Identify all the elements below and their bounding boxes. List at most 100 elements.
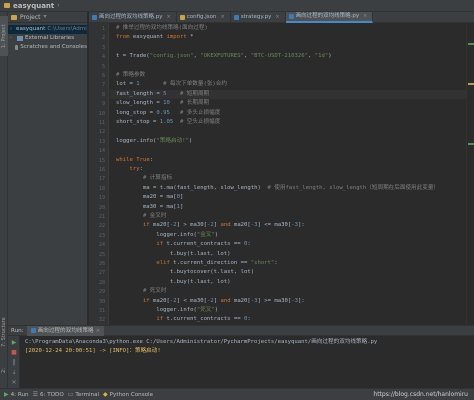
code-line[interactable]: # 金叉时 [116, 212, 167, 222]
code-line[interactable]: from easyquant import * [116, 33, 194, 43]
code-line[interactable]: fast_length = 5 # 短期周期 [116, 90, 209, 100]
code-token: slow_length = [116, 100, 164, 107]
code-line[interactable]: logger.info("策略启动!") [116, 137, 192, 147]
code-line[interactable]: # 死叉时 [116, 287, 167, 297]
project-name[interactable]: easyquant [13, 2, 54, 10]
run-console[interactable]: C:\ProgramData\Anaconda3\python.exe C:/U… [21, 336, 474, 388]
line-number: 11 [98, 120, 105, 126]
close-icon[interactable]: × [96, 326, 101, 336]
code-line[interactable]: # 计算指标 [116, 174, 172, 184]
tool-window-button[interactable]: ▶ 4: Run [4, 391, 29, 398]
scroll-marker[interactable] [468, 43, 474, 45]
tab-active-file[interactable]: 画向过程的双均线策略.py × [285, 11, 374, 23]
code-token: logger.info( [116, 231, 197, 238]
structure-tool-tab[interactable]: 7: Structure [0, 312, 8, 352]
code-line[interactable]: if t.current_contracts == 0: [116, 315, 250, 325]
code-line[interactable]: t = Trade("config.json", "OKEXFUTURES", … [116, 52, 332, 62]
run-config-tab[interactable]: 画向过程的双均线策略 × [26, 325, 105, 336]
run-label: Run: [11, 327, 24, 334]
console-line: [2020-12-24 20:00:51] -> [INFO]：策略启动! [25, 348, 161, 354]
code-editor[interactable]: # 推举过程的双均线策略(面向过程) from easyquant import … [110, 23, 466, 325]
code-line[interactable]: ma30 = ma[1] [116, 203, 183, 213]
code-line[interactable]: if ma20[-2] > ma30[-2] and ma20[-3] <= m… [116, 221, 305, 231]
code-line[interactable]: lot = 1 # 每次下单数量(张)合约 [116, 80, 227, 90]
code-line[interactable]: ma20 = ma[0] [116, 193, 183, 203]
chevron-down-icon[interactable]: ▾ [44, 14, 50, 20]
code-line[interactable]: logger.info("金叉") [116, 231, 218, 241]
close-icon[interactable]: × [221, 12, 225, 23]
pause-icon[interactable]: ‖ [11, 360, 17, 366]
code-token: ] <= ma30[ [257, 222, 292, 229]
code-token: short_stop = [116, 119, 160, 125]
code-token: t.current_contracts == [163, 241, 244, 248]
tool-window-label: Terminal [75, 391, 100, 398]
code-line[interactable]: if ma20[-2] < ma30[-2] and ma20[-3] >= m… [116, 297, 305, 307]
scroll-marker[interactable] [468, 83, 474, 85]
close-icon[interactable]: × [167, 12, 171, 23]
project-view-selector[interactable]: Project [20, 14, 41, 21]
python-file-icon [92, 15, 97, 20]
code-token: # 金叉时 [116, 213, 167, 219]
code-token: -3 [250, 297, 258, 304]
tab-file-1[interactable]: 画向过程的双均线策略.py × [89, 12, 177, 23]
tool-window-button[interactable]: ▭ Terminal [68, 391, 99, 398]
code-token: , [244, 53, 251, 60]
code-token: if [116, 241, 164, 248]
tool-window-button[interactable]: ☰ 6: TODO [33, 391, 64, 398]
code-line[interactable]: try: [116, 165, 142, 175]
code-line[interactable]: if t.current_contracts == 0: [116, 240, 251, 250]
code-line[interactable]: t.buytocover(t.last, lot) [116, 268, 254, 278]
code-line[interactable]: slow_length = 10 # 长期周期 [116, 99, 209, 109]
tree-item-external-libraries[interactable]: › External Libraries [8, 34, 87, 43]
code-line[interactable]: elif t.current_direction == "short": [116, 259, 278, 269]
tree-item-easyquant[interactable]: › easyquant C:\Users\Admini [8, 25, 87, 34]
tab-label: 画向过程的双均线策略.py [99, 14, 163, 20]
favorites-tool-tab[interactable]: 2: Favorites [0, 357, 15, 385]
expand-arrow-icon[interactable]: › [10, 34, 15, 43]
close-icon[interactable]: × [275, 12, 279, 23]
code-token: t.buytocover(t.last, lot) [116, 269, 255, 276]
tree-item-scratches[interactable]: Scratches and Consoles [8, 43, 87, 52]
code-line[interactable]: # 策略参数 [116, 71, 145, 81]
tab-config-json[interactable]: config.json × [177, 12, 231, 23]
rerun-icon[interactable]: ▶ [11, 340, 17, 346]
tool-window-button[interactable]: ◆ Python Console [103, 391, 153, 398]
todo-icon: ☰ [32, 391, 38, 398]
project-view-icon [11, 14, 17, 20]
code-token: -2 [169, 222, 177, 229]
line-number: 12 [98, 129, 105, 136]
code-line[interactable]: while True: [116, 156, 153, 166]
code-token: # 长期周期 [180, 100, 210, 107]
project-tool-tab[interactable]: 1: Project [0, 16, 8, 56]
code-token: # 使用fast_length, slow_length（短周期在后面使用此变量… [260, 184, 440, 191]
python-console-icon: ◆ [103, 391, 108, 398]
code-line[interactable]: short_stop = 1.05 # 空头止损幅度 [116, 118, 220, 128]
code-token: logger.info( [116, 137, 157, 144]
code-line[interactable]: logger.info("死叉") [116, 306, 218, 316]
code-token: if [116, 222, 150, 229]
code-line[interactable]: t.buy(t.last, lot) [116, 278, 231, 288]
tree-item-label: External Libraries [25, 35, 75, 41]
project-panel: Project ▾ › easyquant C:\Users\Admini › … [8, 12, 88, 325]
code-token: t.current_contracts == [163, 316, 244, 323]
tab-strategy-py[interactable]: strategy.py × [231, 12, 286, 23]
stop-icon[interactable]: ■ [11, 350, 17, 356]
close-icon[interactable]: × [363, 11, 367, 22]
code-line[interactable]: long_stop = 0.95 # 多头止损幅度 [116, 109, 220, 119]
code-token: # 多头止损幅度 [180, 109, 221, 116]
line-number-gutter[interactable]: 1 2 3 4 5 6 7 8 9 10 11 12 13 14 15 16 17 18 19 20 21 22 23 24 2… [89, 23, 109, 325]
pin-icon[interactable]: ✕ [11, 380, 17, 386]
code-line[interactable]: t.buy(t.last, lot) [116, 250, 231, 260]
scroll-end-icon[interactable]: ⇣ [11, 370, 17, 376]
line-number: 30 [98, 298, 105, 305]
code-token: : [274, 260, 278, 266]
scroll-marker[interactable] [468, 143, 474, 145]
editor-scrollbar[interactable] [466, 23, 474, 325]
code-line[interactable]: # 推举过程的双均线策略(面向过程) [116, 24, 208, 34]
code-line[interactable]: ma = t.ma(fast_length, slow_length) # 使用… [116, 184, 439, 194]
watermark-text: https://blog.csdn.net/hanlomiru [373, 391, 468, 398]
code-token: : [247, 241, 251, 248]
expand-arrow-icon[interactable]: › [10, 25, 12, 34]
